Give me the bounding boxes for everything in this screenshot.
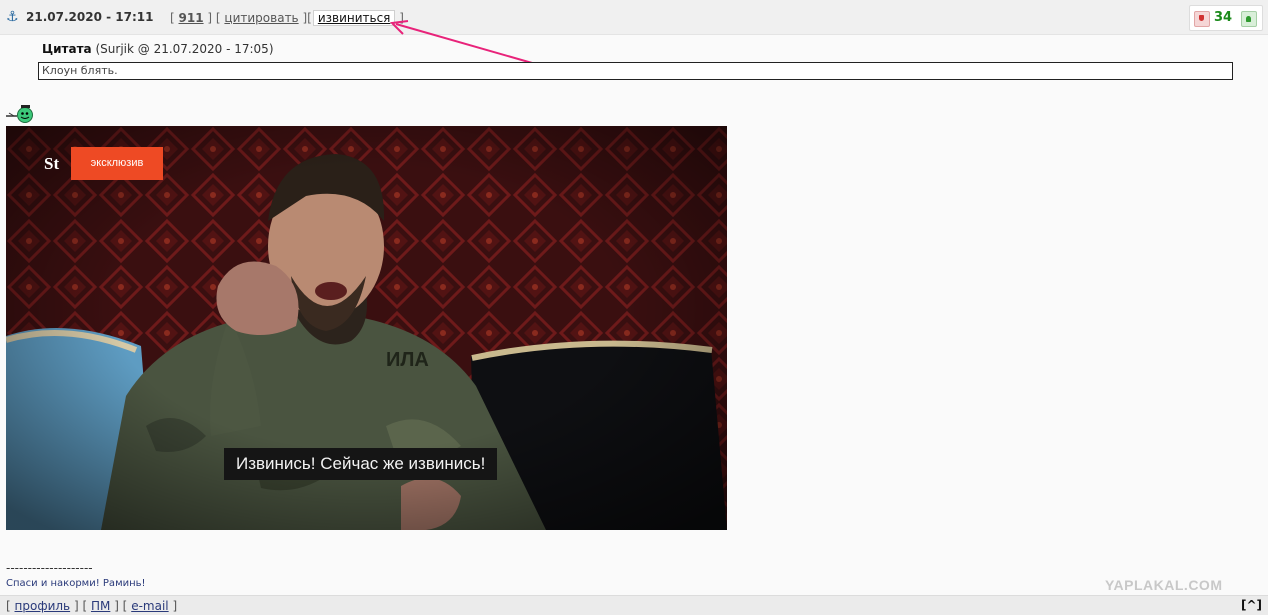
watermark: YAPLAKAL.COM <box>1105 577 1223 593</box>
signature-divider: -------------------- <box>6 561 93 575</box>
anchor-icon[interactable]: ⚓ <box>6 9 20 25</box>
post-links: [ 911 ] [ цитировать ][извиниться ] <box>170 10 404 26</box>
video-frame[interactable]: ИЛА St эксклюзив Извинись! Сейчас же изв… <box>6 126 727 530</box>
bracket: ] [ <box>207 11 221 25</box>
bracket: ][ <box>302 11 312 25</box>
apologize-link[interactable]: извиниться <box>312 10 396 26</box>
post-footer: [ профиль ] [ ПМ ] [ e-mail ] [^] <box>0 595 1268 615</box>
email-link[interactable]: e-mail <box>131 599 168 613</box>
st-logo: St <box>44 154 60 173</box>
profile-link[interactable]: профиль <box>15 599 71 613</box>
footer-links: [ профиль ] [ ПМ ] [ e-mail ] <box>6 599 177 613</box>
bracket: ] [ <box>73 599 88 613</box>
bracket: [ <box>170 11 175 25</box>
thumb-down-icon[interactable] <box>1194 11 1210 27</box>
exclusive-badge: эксклюзив <box>71 147 163 180</box>
quote-meta: (Surjik @ 21.07.2020 - 17:05) <box>95 42 274 56</box>
bracket: ] <box>172 599 178 613</box>
rating-box: 34 <box>1189 5 1263 31</box>
quote-link[interactable]: цитировать <box>224 11 298 25</box>
quote-label: Цитата <box>42 42 92 56</box>
post-header: ⚓ 21.07.2020 - 17:11 [ 911 ] [ цитироват… <box>0 0 1268 35</box>
post-number-link[interactable]: 911 <box>179 11 204 25</box>
quote-header: Цитата (Surjik @ 21.07.2020 - 17:05) <box>42 42 274 56</box>
video-subtitle: Извинись! Сейчас же извинись! <box>224 448 498 480</box>
thumb-up-icon[interactable] <box>1241 11 1257 27</box>
signature-text: Спаси и накорми! Раминь! <box>6 578 146 589</box>
pm-link[interactable]: ПМ <box>91 599 110 613</box>
bracket: ] <box>399 11 404 25</box>
post-page: ⚓ 21.07.2020 - 17:11 [ 911 ] [ цитироват… <box>0 0 1268 615</box>
bracket: [ <box>6 599 11 613</box>
scroll-top-button[interactable]: [^] <box>1241 598 1262 612</box>
rating-value: 34 <box>1214 10 1233 25</box>
smiley-icon <box>6 105 33 123</box>
bracket: ] [ <box>114 599 128 613</box>
post-datetime: 21.07.2020 - 17:11 <box>26 10 154 24</box>
quote-box: Клоун блять. <box>38 62 1233 80</box>
